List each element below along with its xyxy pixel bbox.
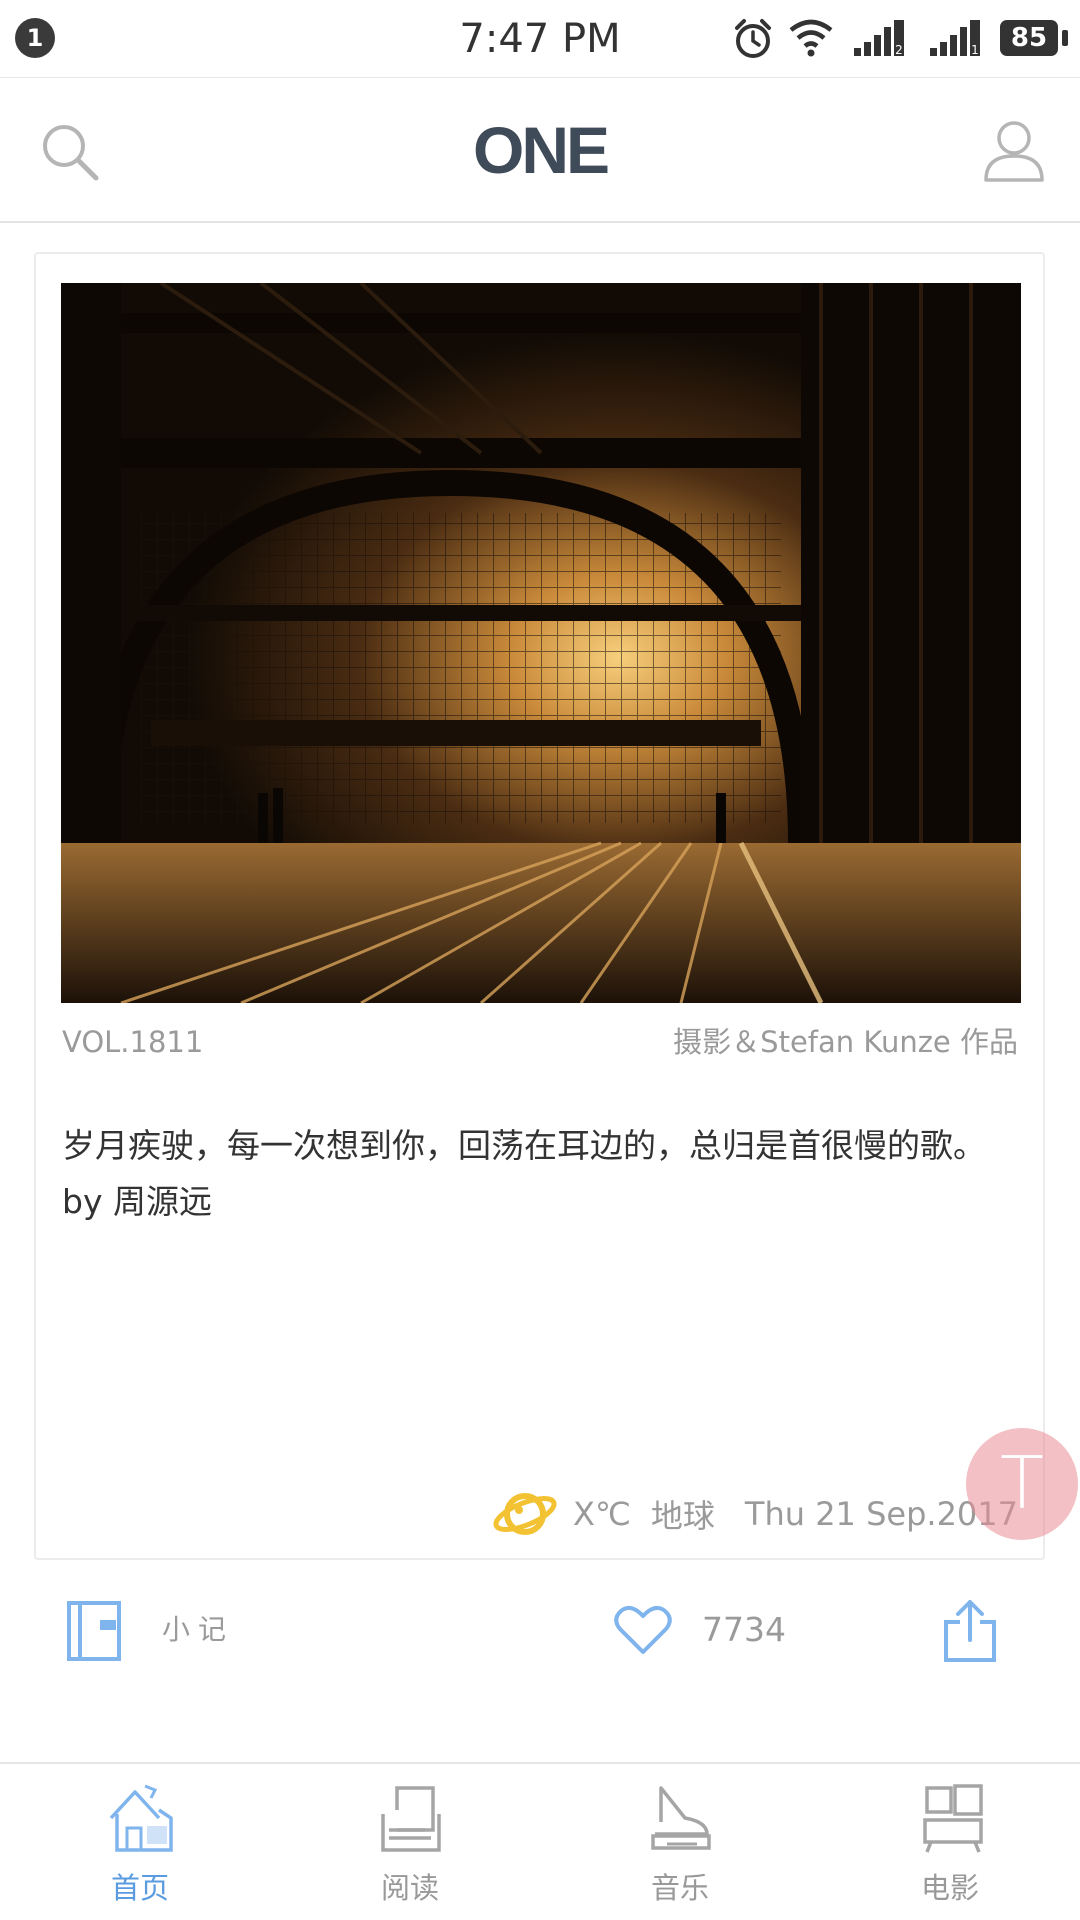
cover-photo[interactable] <box>61 283 1021 1003</box>
like-count: 7734 <box>702 1610 786 1649</box>
reading-icon <box>381 1786 441 1852</box>
status-time: 7:47 PM <box>459 16 621 62</box>
signal-icon: 2 <box>854 20 904 57</box>
bottom-tab-bar: 首页 阅读 音乐 电影 <box>0 1762 1080 1920</box>
battery-indicator: 85 <box>1000 20 1058 56</box>
svg-text:1: 1 <box>971 43 979 57</box>
share-icon[interactable] <box>942 1598 998 1664</box>
notebook-icon[interactable] <box>66 1600 122 1662</box>
status-bar: 1 7:47 PM 2 1 85 <box>0 0 1080 78</box>
text-mode-button[interactable]: T <box>966 1428 1078 1540</box>
location-text: 地球 <box>650 1497 715 1535</box>
photo-credit: 摄影＆Stefan Kunze 作品 <box>673 1025 1018 1059</box>
card-actions: 小记 7734 <box>0 1590 1080 1680</box>
battery-tip <box>1062 30 1068 46</box>
tab-label-reading: 阅读 <box>380 1871 439 1905</box>
home-icon <box>109 1784 173 1852</box>
volume-number: VOL.1811 <box>62 1025 204 1059</box>
heart-icon[interactable] <box>614 1604 672 1656</box>
tab-reading[interactable]: 阅读 <box>275 1764 545 1920</box>
svg-text:2: 2 <box>895 43 903 57</box>
tab-music[interactable]: 音乐 <box>545 1764 815 1920</box>
movie-icon <box>923 1784 983 1853</box>
signal-icon: 1 <box>930 20 980 57</box>
railway-station-image <box>61 283 1021 1003</box>
tab-label-movie: 电影 <box>920 1871 979 1905</box>
card-meta: X℃ 地球 Thu 21 Sep.2017 <box>491 1484 1018 1544</box>
screen: 1 7:47 PM 2 1 85 ONE VOL.1811 摄影＆Stefan … <box>0 0 1080 1920</box>
user-icon[interactable] <box>982 116 1046 184</box>
fab-letter: T <box>1000 1441 1044 1525</box>
wifi-icon <box>789 19 833 57</box>
tab-label-home: 首页 <box>110 1871 169 1905</box>
tab-home[interactable]: 首页 <box>5 1764 275 1920</box>
daily-quote: 岁月疾驶，每一次想到你，回荡在耳边的，总归是首很慢的歌。 by 周源远 <box>62 1126 986 1221</box>
daily-card: VOL.1811 摄影＆Stefan Kunze 作品 岁月疾驶，每一次想到你，… <box>34 252 1045 1560</box>
planet-icon <box>493 1493 557 1535</box>
music-icon <box>651 1786 711 1850</box>
app-header: ONE <box>0 78 1080 223</box>
tab-movie[interactable]: 电影 <box>815 1764 1080 1920</box>
notification-badge: 1 <box>15 18 55 58</box>
tab-label-music: 音乐 <box>650 1871 709 1905</box>
app-logo: ONE <box>472 113 610 187</box>
alarm-icon <box>735 19 771 58</box>
note-label[interactable]: 小记 <box>162 1610 234 1650</box>
weather-text: X℃ <box>573 1495 631 1533</box>
